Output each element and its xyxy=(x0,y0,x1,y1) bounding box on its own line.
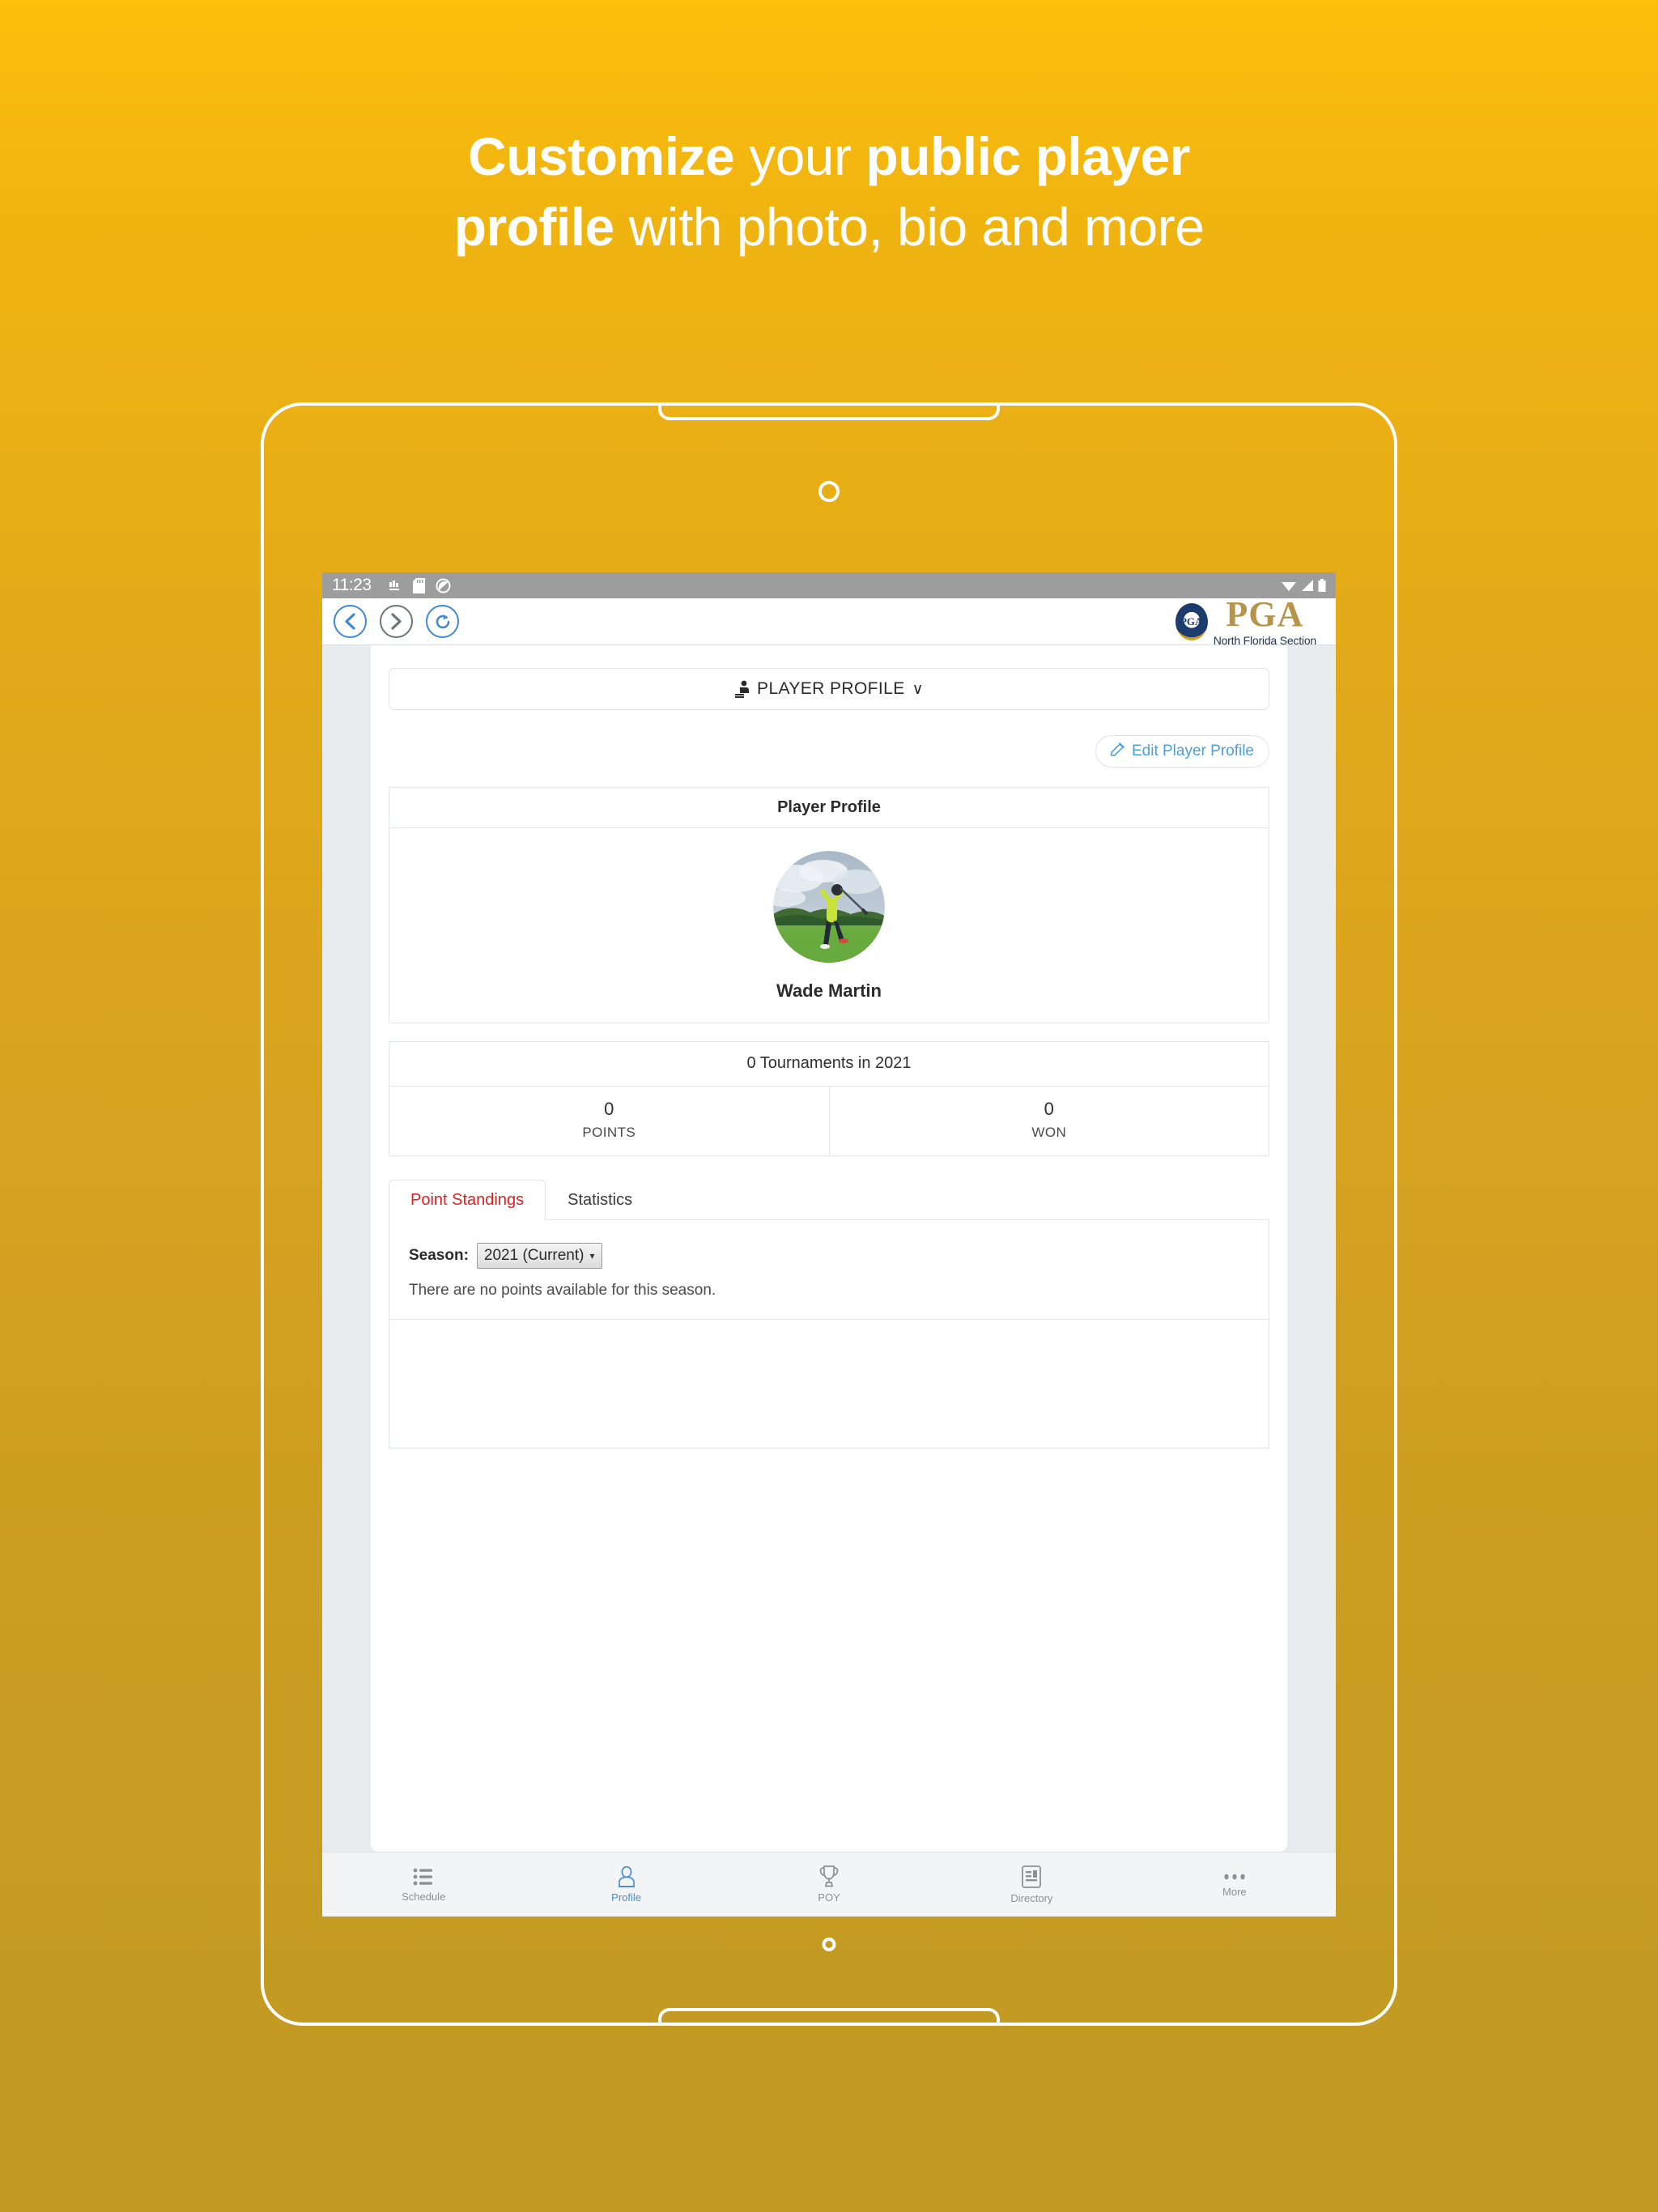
caret-down-icon: ▾ xyxy=(589,1250,595,1261)
list-icon xyxy=(413,1868,433,1885)
browser-reload-button[interactable] xyxy=(426,605,459,638)
app-icon xyxy=(389,581,399,590)
avatar xyxy=(773,851,885,963)
pga-wordmark-group: PGA North Florida Section xyxy=(1213,594,1317,647)
nav-item-directory[interactable]: Directory xyxy=(930,1865,1133,1904)
season-select-value: 2021 (Current) xyxy=(483,1247,585,1264)
person-icon xyxy=(618,1865,635,1887)
browser-back-button[interactable] xyxy=(334,605,367,638)
home-button-icon xyxy=(822,1938,836,1951)
stat-points-label: POINTS xyxy=(582,1125,636,1140)
promo-headline-line2: profile with photo, bio and more xyxy=(0,192,1658,262)
chevron-down-icon: ∨ xyxy=(912,680,924,698)
profile-tabs: Point Standings Statistics xyxy=(389,1179,1269,1220)
player-profile-section-selector[interactable]: PLAYER PROFILE ∨ xyxy=(389,668,1269,710)
nav-item-profile[interactable]: Profile xyxy=(525,1865,727,1904)
edit-profile-row: Edit Player Profile xyxy=(389,735,1269,768)
promo-text-with-photo: with photo, bio and more xyxy=(614,197,1205,257)
golfer-icon xyxy=(734,680,750,698)
stat-won: 0 WON xyxy=(828,1087,1269,1155)
pga-seal-icon: PGA xyxy=(1175,602,1208,640)
device-screen: 11:23 PGA PGA North Florida Section PLAY… xyxy=(322,572,1336,1916)
promo-bold-public-player: public player xyxy=(865,126,1190,186)
device-speaker-notch-bottom xyxy=(658,2008,1000,2026)
edit-player-profile-button[interactable]: Edit Player Profile xyxy=(1095,735,1269,768)
player-profile-panel-body: Wade Martin xyxy=(389,828,1269,1023)
pga-logo: PGA PGA North Florida Section xyxy=(1175,597,1324,646)
season-label: Season: xyxy=(409,1247,469,1264)
nav-item-schedule[interactable]: Schedule xyxy=(322,1867,525,1903)
right-gutter xyxy=(1287,645,1336,1852)
bottom-navigation-bar: Schedule Profile POY Directory More xyxy=(322,1852,1336,1916)
no-points-message: There are no points available for this s… xyxy=(409,1282,716,1299)
nav-item-poy[interactable]: POY xyxy=(728,1865,930,1904)
device-speaker-notch-top xyxy=(658,402,1000,420)
sd-card-icon xyxy=(412,577,425,593)
nav-label-profile: Profile xyxy=(611,1891,642,1904)
point-standings-panel: Season: 2021 (Current) ▾ There are no po… xyxy=(389,1219,1269,1320)
promo-headline: Customize your public player profile wit… xyxy=(0,121,1658,262)
promo-bold-customize: Customize xyxy=(468,126,735,186)
player-profile-panel: Player Profile Wade Martin xyxy=(389,787,1269,1023)
stat-won-value: 0 xyxy=(1044,1099,1054,1119)
promo-headline-line1: Customize your public player xyxy=(0,121,1658,192)
season-row: Season: 2021 (Current) ▾ xyxy=(409,1243,1249,1269)
tournaments-count-title: 0 Tournaments in 2021 xyxy=(746,1054,912,1072)
tab-point-standings[interactable]: Point Standings xyxy=(389,1180,546,1220)
directory-card-icon xyxy=(1022,1865,1042,1888)
front-camera-icon xyxy=(818,481,840,502)
content-card: PLAYER PROFILE ∨ Edit Player Profile Pla… xyxy=(371,645,1287,1852)
status-bar-clock: 11:23 xyxy=(332,576,372,594)
profile-tabs-wrapper: Point Standings Statistics Season: 2021 … xyxy=(389,1179,1269,1448)
player-profile-panel-header: Player Profile xyxy=(389,788,1269,828)
edit-player-profile-label: Edit Player Profile xyxy=(1131,742,1254,759)
browser-forward-button[interactable] xyxy=(380,605,413,638)
stats-row: 0 POINTS 0 WON xyxy=(389,1086,1269,1155)
page-body: PLAYER PROFILE ∨ Edit Player Profile Pla… xyxy=(322,645,1336,1852)
left-gutter xyxy=(322,645,371,1852)
signal-icon xyxy=(1302,580,1313,591)
nav-item-more[interactable]: More xyxy=(1133,1872,1336,1898)
status-bar-left-icons xyxy=(388,577,451,593)
stat-points-value: 0 xyxy=(604,1099,614,1119)
empty-content-area xyxy=(389,1319,1269,1448)
pencil-edit-icon xyxy=(1111,742,1125,761)
tournament-stats-panel: 0 Tournaments in 2021 0 POINTS 0 WON xyxy=(389,1041,1269,1156)
nav-label-more: More xyxy=(1222,1885,1247,1898)
section-selector-label: PLAYER PROFILE xyxy=(757,679,905,698)
do-not-disturb-icon xyxy=(436,578,450,593)
status-bar-right-icons xyxy=(1281,578,1326,593)
pga-section-subtitle: North Florida Section xyxy=(1213,634,1317,647)
trophy-icon xyxy=(819,1865,839,1887)
nav-label-schedule: Schedule xyxy=(402,1890,446,1903)
stat-points: 0 POINTS xyxy=(389,1087,829,1155)
golfer-swing-photo xyxy=(773,851,885,963)
stat-won-label: WON xyxy=(1031,1125,1067,1140)
nav-label-directory: Directory xyxy=(1010,1891,1053,1904)
player-name: Wade Martin xyxy=(776,981,882,1001)
pga-seal-text: PGA xyxy=(1180,615,1203,627)
pga-wordmark: PGA xyxy=(1226,594,1304,634)
tab-statistics[interactable]: Statistics xyxy=(546,1180,654,1220)
android-status-bar: 11:23 xyxy=(322,572,1336,598)
nav-label-poy: POY xyxy=(818,1891,840,1904)
browser-toolbar: PGA PGA North Florida Section xyxy=(322,597,1336,646)
promo-text-your: your xyxy=(734,126,866,186)
promo-bold-profile: profile xyxy=(453,197,615,257)
ellipsis-icon xyxy=(1224,1874,1245,1879)
battery-icon xyxy=(1318,578,1326,592)
wifi-icon xyxy=(1282,582,1296,591)
season-select[interactable]: 2021 (Current) ▾ xyxy=(476,1243,602,1269)
